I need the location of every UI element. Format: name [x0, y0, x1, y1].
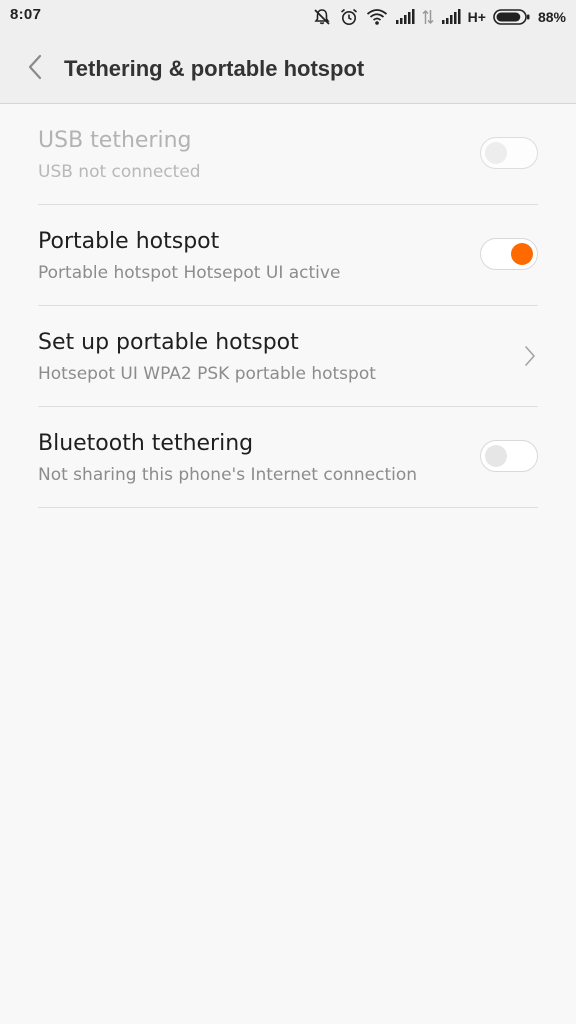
status-icons: H+ 88% [312, 5, 566, 29]
bluetooth-tethering-toggle[interactable] [480, 440, 538, 472]
battery-icon [493, 8, 531, 26]
setting-usb-tethering[interactable]: USB tethering USB not connected [38, 104, 538, 205]
chevron-left-icon [27, 54, 43, 84]
toggle-knob [485, 142, 507, 164]
toggle-knob [511, 243, 533, 265]
data-transfer-icon [422, 8, 434, 26]
wifi-icon [366, 8, 388, 26]
app-header: Tethering & portable hotspot [0, 34, 576, 104]
page-title: Tethering & portable hotspot [64, 56, 365, 81]
toggle-knob [485, 445, 507, 467]
settings-list: USB tethering USB not connected Portable… [0, 104, 576, 508]
chevron-right-icon [522, 344, 538, 368]
setting-subtitle: Portable hotspot Hotsepot UI active [38, 263, 341, 283]
status-bar: 8:07 H+ 88% [0, 0, 576, 34]
portable-hotspot-toggle[interactable] [480, 238, 538, 270]
alarm-icon [339, 7, 359, 27]
signal-icon [441, 9, 461, 25]
setting-title: Bluetooth tethering [38, 431, 254, 456]
setting-bluetooth-tethering[interactable]: Bluetooth tethering Not sharing this pho… [38, 407, 538, 508]
notifications-muted-icon [312, 7, 332, 27]
signal-icon [395, 9, 415, 25]
battery-percent: 88% [537, 9, 566, 25]
setting-setup-portable-hotspot[interactable]: Set up portable hotspot Hotsepot UI WPA2… [38, 306, 538, 407]
setting-subtitle: USB not connected [38, 162, 201, 182]
usb-tethering-toggle[interactable] [480, 137, 538, 169]
setting-subtitle: Not sharing this phone's Internet connec… [38, 465, 418, 485]
setting-portable-hotspot[interactable]: Portable hotspot Portable hotspot Hotsep… [38, 205, 538, 306]
status-time: 8:07 [10, 6, 42, 23]
setting-title: Portable hotspot [38, 229, 220, 254]
setting-title: Set up portable hotspot [38, 330, 299, 355]
setting-title: USB tethering [38, 128, 192, 153]
setting-subtitle: Hotsepot UI WPA2 PSK portable hotspot [38, 364, 376, 384]
network-type-label: H+ [467, 9, 486, 25]
back-button[interactable] [18, 52, 52, 86]
